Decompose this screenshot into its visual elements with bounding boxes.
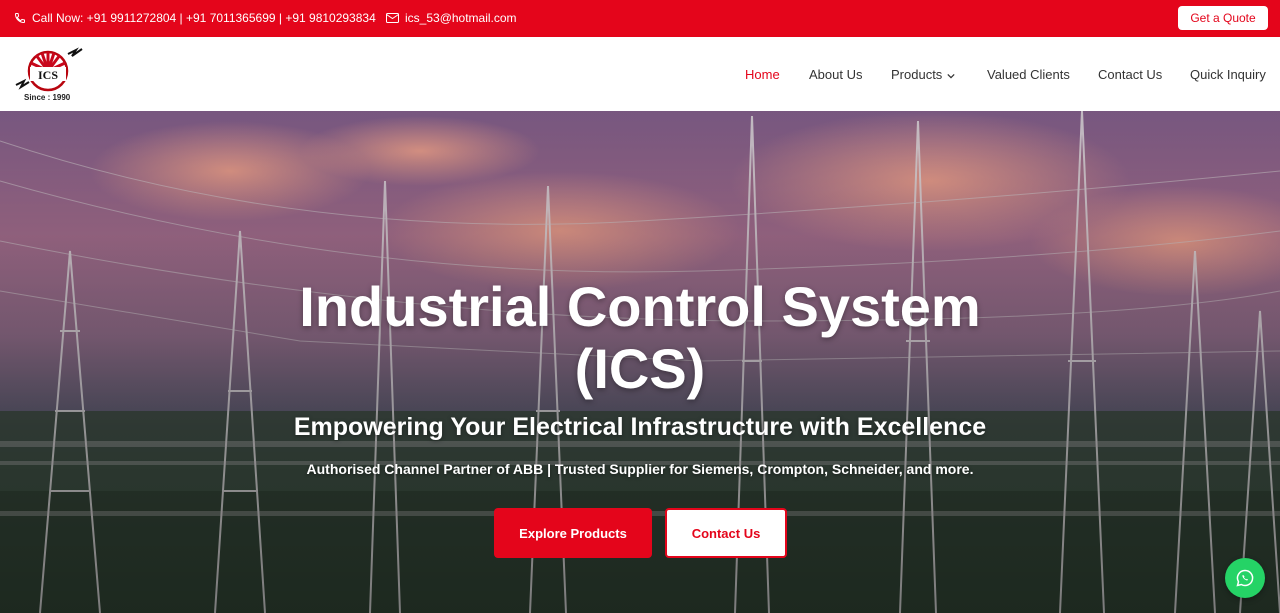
email-link[interactable]: ics_53@hotmail.com <box>405 11 517 25</box>
hero-title-line2: (ICS) <box>574 337 706 400</box>
hero-title: Industrial Control System (ICS) <box>0 276 1280 400</box>
phone-numbers[interactable]: Call Now: +91 9911272804 | +91 701136569… <box>32 11 376 25</box>
nav-products-label: Products <box>891 67 943 82</box>
logo-since-text: Since : 1990 <box>24 93 71 102</box>
nav-quick-inquiry[interactable]: Quick Inquiry <box>1190 67 1266 82</box>
whatsapp-button[interactable] <box>1225 558 1265 598</box>
whatsapp-icon <box>1236 569 1254 587</box>
hero-description: Authorised Channel Partner of ABB | Trus… <box>306 461 974 477</box>
logo-text: ICS <box>38 68 58 82</box>
get-quote-button[interactable]: Get a Quote <box>1178 6 1268 30</box>
top-contact-bar: Call Now: +91 9911272804 | +91 701136569… <box>0 0 1280 37</box>
chevron-down-icon <box>947 73 955 79</box>
nav-home[interactable]: Home <box>745 67 780 82</box>
hero-section: Industrial Control System (ICS) Empoweri… <box>0 111 1280 613</box>
explore-products-button[interactable]: Explore Products <box>494 508 652 558</box>
main-navbar: ICS Since : 1990 Home About Us Products … <box>0 37 1280 111</box>
nav-about-us[interactable]: About Us <box>809 67 862 82</box>
nav-valued-clients[interactable]: Valued Clients <box>987 67 1070 82</box>
phone-icon <box>14 13 25 24</box>
nav-contact-us[interactable]: Contact Us <box>1098 67 1162 82</box>
hero-subtitle: Empowering Your Electrical Infrastructur… <box>293 413 987 441</box>
mail-icon <box>386 13 399 23</box>
hero-title-line1: Industrial Control System <box>299 275 981 338</box>
nav-products[interactable]: Products <box>891 67 955 82</box>
contact-us-button[interactable]: Contact Us <box>665 508 787 558</box>
